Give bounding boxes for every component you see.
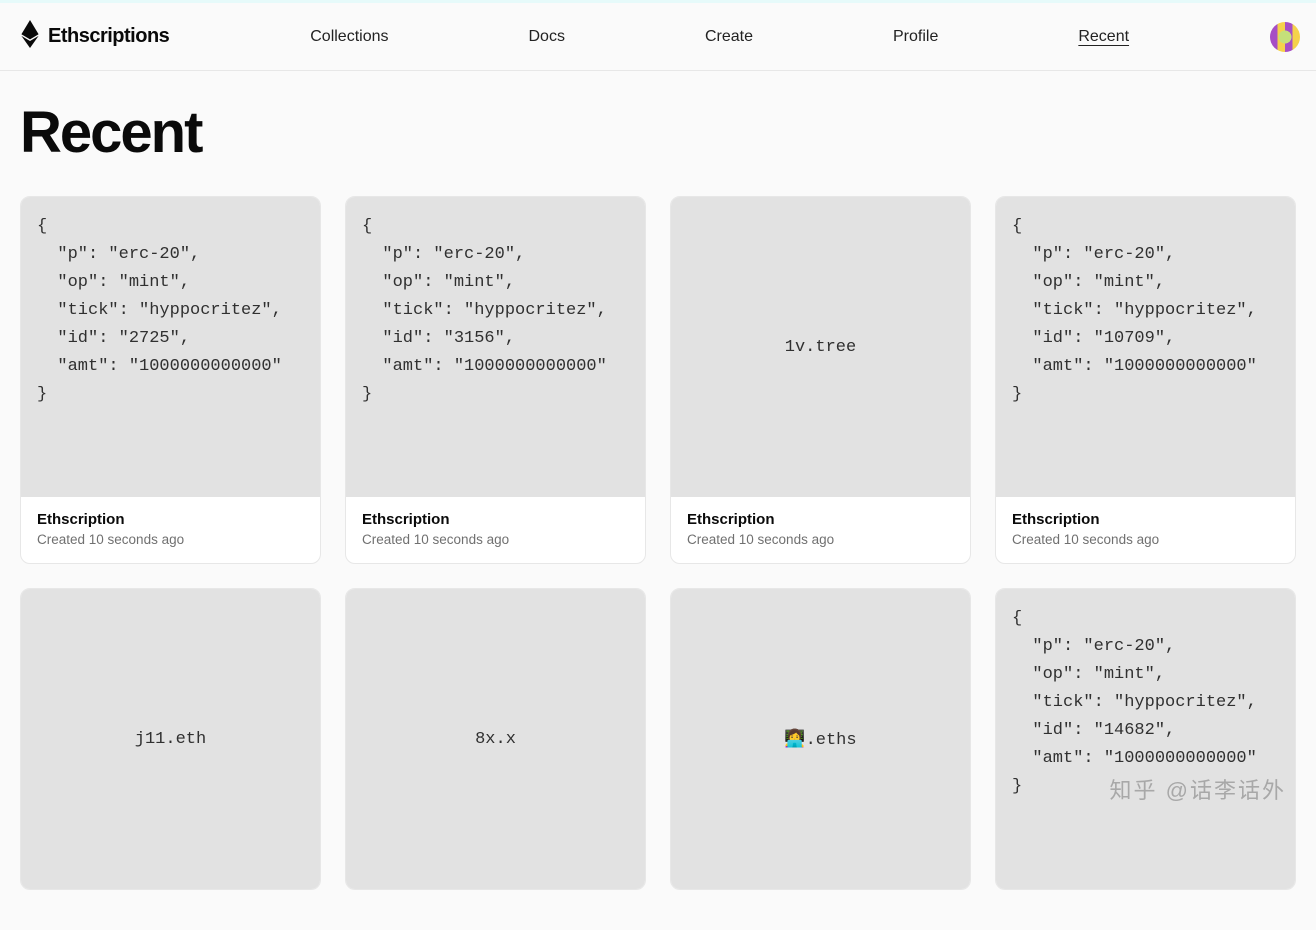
card-text-content: 8x.x bbox=[475, 730, 516, 749]
card[interactable]: { "p": "erc-20", "op": "mint", "tick": "… bbox=[995, 196, 1296, 564]
card-title: Ethscription bbox=[37, 511, 304, 528]
card-text-content: j11.eth bbox=[135, 730, 206, 749]
ethereum-icon bbox=[20, 20, 40, 54]
card[interactable]: { "p": "erc-20", "op": "mint", "tick": "… bbox=[345, 196, 646, 564]
card-json-content: { "p": "erc-20", "op": "mint", "tick": "… bbox=[1012, 213, 1257, 409]
card-preview: { "p": "erc-20", "op": "mint", "tick": "… bbox=[996, 197, 1295, 497]
main-header: Ethscriptions Collections Docs Create Pr… bbox=[0, 3, 1316, 71]
page-title: Recent bbox=[20, 99, 1296, 166]
card-meta: Ethscription Created 10 seconds ago bbox=[346, 497, 645, 563]
nav-profile[interactable]: Profile bbox=[893, 28, 938, 46]
card-preview: j11.eth bbox=[21, 589, 320, 889]
nav-docs[interactable]: Docs bbox=[529, 28, 565, 46]
card[interactable]: { "p": "erc-20", "op": "mint", "tick": "… bbox=[20, 196, 321, 564]
card-json-content: { "p": "erc-20", "op": "mint", "tick": "… bbox=[362, 213, 607, 409]
card-title: Ethscription bbox=[687, 511, 954, 528]
nav-collections[interactable]: Collections bbox=[310, 28, 388, 46]
page-content: Recent { "p": "erc-20", "op": "mint", "t… bbox=[0, 71, 1316, 930]
card-title: Ethscription bbox=[1012, 511, 1279, 528]
card-json-content: { "p": "erc-20", "op": "mint", "tick": "… bbox=[1012, 605, 1257, 801]
card-title: Ethscription bbox=[362, 511, 629, 528]
card-subtitle: Created 10 seconds ago bbox=[362, 532, 629, 547]
card-meta: Ethscription Created 10 seconds ago bbox=[671, 497, 970, 563]
card-json-content: { "p": "erc-20", "op": "mint", "tick": "… bbox=[37, 213, 282, 409]
card-preview: { "p": "erc-20", "op": "mint", "tick": "… bbox=[21, 197, 320, 497]
avatar[interactable] bbox=[1270, 22, 1300, 52]
logo[interactable]: Ethscriptions bbox=[20, 20, 169, 54]
card-subtitle: Created 10 seconds ago bbox=[1012, 532, 1279, 547]
card-text-content: 1v.tree bbox=[785, 338, 856, 357]
card-preview: 8x.x bbox=[346, 589, 645, 889]
card-preview: { "p": "erc-20", "op": "mint", "tick": "… bbox=[996, 589, 1295, 889]
card-grid: { "p": "erc-20", "op": "mint", "tick": "… bbox=[20, 196, 1296, 890]
card-preview: { "p": "erc-20", "op": "mint", "tick": "… bbox=[346, 197, 645, 497]
card-subtitle: Created 10 seconds ago bbox=[687, 532, 954, 547]
nav-create[interactable]: Create bbox=[705, 28, 753, 46]
card-text-content: 👩‍💻.eths bbox=[784, 729, 856, 750]
card[interactable]: 1v.tree Ethscription Created 10 seconds ag… bbox=[670, 196, 971, 564]
card-preview: 1v.tree bbox=[671, 197, 970, 497]
nav-links: Collections Docs Create Profile Recent bbox=[169, 28, 1270, 46]
card-preview: 👩‍💻.eths bbox=[671, 589, 970, 889]
card-meta: Ethscription Created 10 seconds ago bbox=[21, 497, 320, 563]
nav-recent[interactable]: Recent bbox=[1078, 28, 1129, 46]
brand-name: Ethscriptions bbox=[48, 25, 169, 48]
card-meta: Ethscription Created 10 seconds ago bbox=[996, 497, 1295, 563]
card-subtitle: Created 10 seconds ago bbox=[37, 532, 304, 547]
